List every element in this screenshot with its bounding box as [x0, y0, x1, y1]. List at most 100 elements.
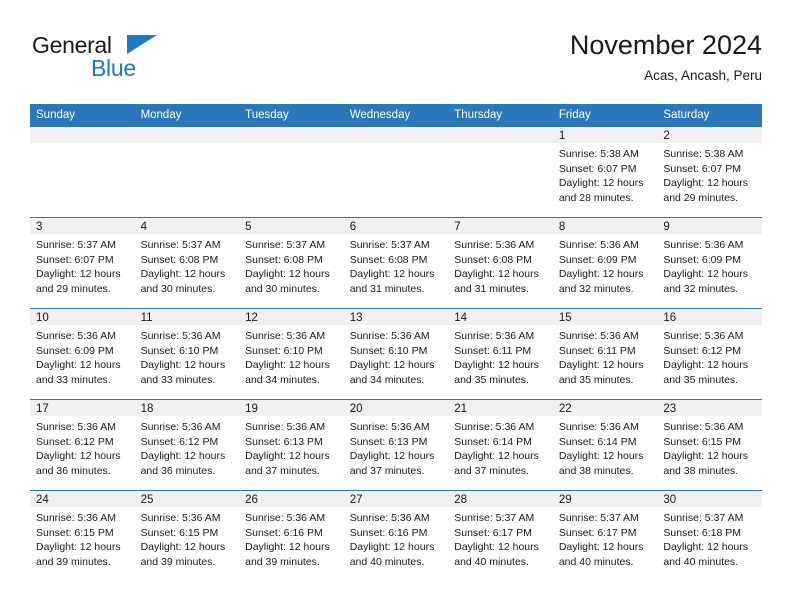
day-number: 14 [448, 309, 553, 325]
daylight-text-line1: Daylight: 12 hours [245, 541, 330, 553]
sunrise-text: Sunrise: 5:36 AM [349, 421, 430, 433]
calendar-grid: Sunday Monday Tuesday Wednesday Thursday… [30, 104, 762, 581]
sunrise-text: Sunrise: 5:37 AM [558, 512, 639, 524]
daylight-text-line2: and 28 minutes. [558, 191, 634, 204]
calendar-day-cell[interactable]: 18 Sunrise: 5:36 AM Sunset: 6:12 PM Dayligh… [134, 399, 240, 491]
day-details: Sunrise: 5:36 AM Sunset: 6:09 PM Daylight:… [553, 234, 658, 296]
calendar-day-cell[interactable]: 23 Sunrise: 5:36 AM Sunset: 6:15 PM Dayligh… [657, 399, 762, 491]
day-number: 29 [552, 491, 658, 507]
daylight-text-line1: Daylight: 12 hours [454, 268, 539, 280]
day-number: 7 [448, 218, 553, 234]
day-number: 1 [552, 127, 658, 143]
daylight-text-line1: Daylight: 12 hours [140, 268, 226, 280]
calendar-day-cell[interactable]: 11 Sunrise: 5:36 AM Sunset: 6:10 PM Dayligh… [134, 308, 240, 400]
day-number: 9 [657, 218, 762, 234]
sunrise-text: Sunrise: 5:36 AM [454, 239, 535, 251]
weekday-header-thursday: Thursday [448, 104, 553, 127]
calendar-day-cell[interactable]: 10 Sunrise: 5:36 AM Sunset: 6:09 PM Dayligh… [30, 308, 135, 400]
calendar-day-cell[interactable]: 5 Sunrise: 5:37 AM Sunset: 6:08 PM Daylight… [239, 217, 344, 309]
day-number: 18 [134, 400, 240, 416]
sunset-text: Sunset: 6:07 PM [36, 253, 114, 266]
day-details [30, 143, 135, 147]
sunrise-text: Sunrise: 5:38 AM [558, 148, 639, 160]
page-subtitle: Acas, Ancash, Peru [644, 68, 762, 83]
calendar-day-cell[interactable]: 14 Sunrise: 5:36 AM Sunset: 6:11 PM Dayligh… [448, 308, 553, 400]
daylight-text-line2: and 30 minutes. [245, 282, 320, 295]
day-details: Sunrise: 5:36 AM Sunset: 6:15 PM Daylight:… [30, 507, 135, 569]
daylight-text-line1: Daylight: 12 hours [663, 450, 749, 462]
sunrise-text: Sunrise: 5:36 AM [558, 239, 639, 251]
calendar-day-cell[interactable]: 30 Sunrise: 5:37 AM Sunset: 6:18 PM Dayligh… [657, 490, 762, 581]
sunset-text: Sunset: 6:15 PM [140, 526, 219, 539]
weekday-header-friday: Friday [552, 104, 658, 127]
calendar-day-cell[interactable]: 17 Sunrise: 5:36 AM Sunset: 6:12 PM Dayligh… [30, 399, 135, 491]
daylight-text-line2: and 36 minutes. [36, 464, 111, 477]
day-number: 5 [239, 218, 344, 234]
sunrise-text: Sunrise: 5:36 AM [36, 512, 116, 524]
day-details: Sunrise: 5:36 AM Sunset: 6:15 PM Daylight:… [135, 507, 240, 569]
logo-triangle-icon [127, 35, 157, 54]
daylight-text-line1: Daylight: 12 hours [140, 450, 226, 462]
daylight-text-line2: and 31 minutes. [349, 282, 425, 295]
calendar-day-cell[interactable]: 28 Sunrise: 5:37 AM Sunset: 6:17 PM Dayligh… [448, 490, 553, 581]
calendar-day-cell[interactable]: 6 Sunrise: 5:37 AM Sunset: 6:08 PM Daylight… [343, 217, 449, 309]
daylight-text-line2: and 37 minutes. [245, 464, 320, 477]
daylight-text-line1: Daylight: 12 hours [349, 541, 435, 553]
day-details: Sunrise: 5:36 AM Sunset: 6:10 PM Daylight:… [344, 325, 449, 387]
calendar-day-cell[interactable]: 9 Sunrise: 5:36 AM Sunset: 6:09 PM Daylight… [657, 217, 762, 309]
calendar-day-cell[interactable]: 26 Sunrise: 5:36 AM Sunset: 6:16 PM Dayligh… [239, 490, 344, 581]
daylight-text-line1: Daylight: 12 hours [36, 450, 121, 462]
daylight-text-line2: and 38 minutes. [558, 464, 634, 477]
day-number: 19 [239, 400, 344, 416]
weekday-header-sunday: Sunday [30, 104, 135, 127]
daylight-text-line1: Daylight: 12 hours [454, 359, 539, 371]
sunrise-text: Sunrise: 5:37 AM [349, 239, 430, 251]
day-details: Sunrise: 5:36 AM Sunset: 6:10 PM Daylight:… [239, 325, 344, 387]
weekday-header-monday: Monday [134, 104, 240, 127]
daylight-text-line2: and 33 minutes. [36, 373, 111, 386]
general-blue-logo[interactable]: General Blue [30, 32, 160, 88]
day-number [30, 127, 135, 143]
calendar-day-cell[interactable]: 7 Sunrise: 5:36 AM Sunset: 6:08 PM Daylight… [448, 217, 553, 309]
calendar-day-cell[interactable]: 3 Sunrise: 5:37 AM Sunset: 6:07 PM Daylight… [30, 217, 135, 309]
daylight-text-line2: and 35 minutes. [663, 373, 739, 386]
calendar-day-cell[interactable]: 24 Sunrise: 5:36 AM Sunset: 6:15 PM Dayligh… [30, 490, 135, 581]
day-details: Sunrise: 5:36 AM Sunset: 6:12 PM Daylight:… [135, 416, 240, 478]
day-number [239, 127, 344, 143]
calendar-day-cell[interactable]: 8 Sunrise: 5:36 AM Sunset: 6:09 PM Daylight… [552, 217, 658, 309]
daylight-text-line2: and 40 minutes. [454, 555, 529, 568]
calendar-day-cell[interactable]: 29 Sunrise: 5:37 AM Sunset: 6:17 PM Dayligh… [552, 490, 658, 581]
daylight-text-line1: Daylight: 12 hours [349, 450, 435, 462]
daylight-text-line2: and 39 minutes. [36, 555, 111, 568]
sunrise-text: Sunrise: 5:36 AM [349, 330, 430, 342]
calendar-day-cell[interactable]: 15 Sunrise: 5:36 AM Sunset: 6:11 PM Dayligh… [552, 308, 658, 400]
calendar-day-cell[interactable]: 16 Sunrise: 5:36 AM Sunset: 6:12 PM Dayligh… [657, 308, 762, 400]
calendar-day-cell[interactable]: 1 Sunrise: 5:38 AM Sunset: 6:07 PM Daylight… [552, 127, 658, 218]
day-number: 12 [239, 309, 344, 325]
sunset-text: Sunset: 6:11 PM [558, 344, 636, 357]
calendar-day-cell[interactable]: 25 Sunrise: 5:36 AM Sunset: 6:15 PM Dayligh… [134, 490, 240, 581]
day-number: 3 [30, 218, 135, 234]
calendar-day-cell[interactable]: 2 Sunrise: 5:38 AM Sunset: 6:07 PM Daylight… [657, 127, 762, 218]
calendar-day-cell[interactable]: 12 Sunrise: 5:36 AM Sunset: 6:10 PM Dayligh… [239, 308, 344, 400]
sunrise-text: Sunrise: 5:36 AM [140, 421, 221, 433]
calendar-day-cell[interactable]: 4 Sunrise: 5:37 AM Sunset: 6:08 PM Daylight… [134, 217, 240, 309]
calendar-day-cell[interactable]: 27 Sunrise: 5:36 AM Sunset: 6:16 PM Dayligh… [343, 490, 449, 581]
daylight-text-line1: Daylight: 12 hours [663, 541, 749, 553]
day-number: 10 [30, 309, 135, 325]
sunrise-text: Sunrise: 5:36 AM [454, 330, 535, 342]
sunset-text: Sunset: 6:16 PM [245, 526, 323, 539]
sunrise-text: Sunrise: 5:36 AM [454, 421, 535, 433]
logo-text-blue: Blue [91, 55, 136, 81]
calendar-day-cell[interactable]: 20 Sunrise: 5:36 AM Sunset: 6:13 PM Dayligh… [343, 399, 449, 491]
daylight-text-line2: and 29 minutes. [663, 191, 739, 204]
sunset-text: Sunset: 6:08 PM [140, 253, 219, 266]
calendar-day-cell[interactable]: 21 Sunrise: 5:36 AM Sunset: 6:14 PM Dayligh… [448, 399, 553, 491]
day-number [134, 127, 240, 143]
daylight-text-line1: Daylight: 12 hours [558, 541, 644, 553]
calendar-day-cell[interactable]: 13 Sunrise: 5:36 AM Sunset: 6:10 PM Dayligh… [343, 308, 449, 400]
calendar-day-cell[interactable]: 19 Sunrise: 5:36 AM Sunset: 6:13 PM Dayligh… [239, 399, 344, 491]
calendar-day-cell[interactable]: 22 Sunrise: 5:36 AM Sunset: 6:14 PM Dayligh… [552, 399, 658, 491]
daylight-text-line1: Daylight: 12 hours [663, 268, 749, 280]
day-details: Sunrise: 5:37 AM Sunset: 6:17 PM Daylight:… [448, 507, 553, 569]
